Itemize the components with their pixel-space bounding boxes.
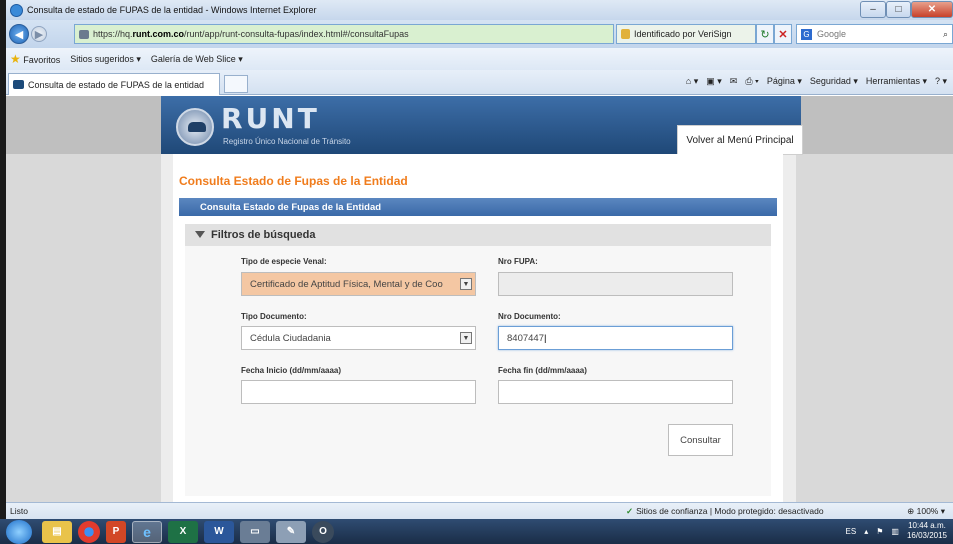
refresh-button[interactable]: ↻ — [756, 24, 774, 44]
consultar-button[interactable]: Consultar — [668, 424, 733, 456]
tools-menu[interactable]: Herramientas ▾ — [866, 76, 927, 87]
language-indicator[interactable]: ES — [846, 527, 857, 536]
lock-icon — [621, 29, 630, 39]
start-button[interactable] — [6, 519, 32, 544]
tray-arrow-icon[interactable]: ▴ — [864, 527, 868, 536]
page-viewport: RUNT Registro Único Nacional de Tránsito… — [6, 96, 953, 502]
chevron-down-icon: ▼ — [460, 278, 472, 290]
paint-taskbar-icon[interactable]: ✎ — [276, 520, 306, 543]
status-bar: Listo ✓ Sitios de confianza | Modo prote… — [6, 502, 953, 519]
folder-taskbar-icon[interactable]: ▭ — [240, 520, 270, 543]
feeds-icon[interactable]: ▣ ▾ — [706, 76, 722, 87]
help-icon[interactable]: ? ▾ — [935, 76, 947, 87]
back-button[interactable]: ◀ — [9, 24, 29, 44]
google-icon: G — [801, 28, 812, 40]
tab-bar: Consulta de estado de FUPAS de la entida… — [6, 70, 953, 95]
mail-icon[interactable]: ✉ — [730, 76, 738, 87]
filters-header[interactable]: Filtros de búsqueda — [185, 224, 771, 246]
url-text: https://hq.runt.com.co/runt/app/runt-con… — [93, 29, 409, 39]
security-menu[interactable]: Seguridad ▾ — [810, 76, 858, 87]
chrome-taskbar-icon[interactable] — [78, 520, 100, 543]
favorites-button[interactable]: ★ Favoritos — [10, 52, 60, 66]
address-bar: ◀ ▶ https://hq.runt.com.co/runt/app/runt… — [6, 20, 953, 48]
ie-icon — [10, 3, 23, 17]
doctype-label: Tipo Documento: — [241, 312, 307, 321]
section-header: Consulta Estado de Fupas de la Entidad — [179, 198, 777, 216]
web-slice-gallery-link[interactable]: Galería de Web Slice ▾ — [151, 54, 243, 65]
filters-body: Tipo de especie Venal: Certificado de Ap… — [185, 246, 771, 496]
main-menu-button[interactable]: Volver al Menú Principal — [677, 125, 803, 155]
fupa-field — [498, 272, 733, 296]
window-title-bar: Consulta de estado de FUPAS de la entida… — [6, 0, 953, 20]
docnum-label: Nro Documento: — [498, 312, 561, 321]
explorer-taskbar-icon[interactable]: ▤ — [42, 520, 72, 543]
security-report-button[interactable]: Identificado por VeriSign — [616, 24, 756, 44]
runt-logo-text: RUNT — [221, 102, 320, 135]
new-tab-button[interactable] — [224, 75, 248, 93]
clock[interactable]: 10:44 a.m. 16/03/2015 — [907, 521, 947, 541]
star-icon: ★ — [10, 52, 21, 66]
runt-logo-icon — [176, 108, 214, 146]
page-title: Consulta Estado de Fupas de la Entidad — [179, 174, 408, 188]
start-date-label: Fecha Inicio (dd/mm/aaaa) — [241, 366, 342, 375]
window-title: Consulta de estado de FUPAS de la entida… — [27, 5, 317, 15]
word-taskbar-icon[interactable]: W — [204, 520, 234, 543]
system-tray: ES ▴ ⚑ ▥ 10:44 a.m. 16/03/2015 — [846, 521, 947, 541]
doctype-select[interactable]: Cédula Ciudadania ▼ — [241, 326, 476, 350]
status-text: Listo — [10, 506, 28, 516]
end-date-input[interactable] — [498, 380, 733, 404]
ie-taskbar-icon[interactable]: e — [132, 520, 162, 543]
network-icon[interactable]: ▥ — [891, 527, 899, 536]
url-field[interactable]: https://hq.runt.com.co/runt/app/runt-con… — [74, 24, 614, 44]
end-date-label: Fecha fin (dd/mm/aaaa) — [498, 366, 587, 375]
docnum-input[interactable]: 8407447 | — [498, 326, 733, 350]
home-icon[interactable]: ⌂ ▾ — [686, 76, 698, 87]
security-zone[interactable]: ✓ Sitios de confianza | Modo protegido: … — [626, 506, 824, 517]
excel-taskbar-icon[interactable]: X — [168, 520, 198, 543]
chevron-down-icon: ▼ — [460, 332, 472, 344]
page-icon — [79, 29, 89, 39]
content-panel: Consulta Estado de Fupas de la Entidad C… — [173, 154, 783, 502]
print-icon[interactable]: ⎙ ▾ — [745, 76, 758, 87]
fupa-label: Nro FUPA: — [498, 257, 538, 266]
runt-logo-subtitle: Registro Único Nacional de Tránsito — [223, 137, 351, 146]
runt-favicon — [13, 80, 24, 89]
flag-icon[interactable]: ⚑ — [876, 527, 883, 536]
opera-taskbar-icon[interactable]: O — [312, 520, 334, 543]
species-label: Tipo de especie Venal: — [241, 257, 327, 266]
maximize-button[interactable]: □ — [886, 1, 911, 18]
powerpoint-taskbar-icon[interactable]: P — [106, 520, 126, 543]
tab-active[interactable]: Consulta de estado de FUPAS de la entida… — [8, 73, 220, 95]
command-bar: ⌂ ▾ ▣ ▾ ✉ ⎙ ▾ Página ▾ Seguridad ▾ Herra… — [686, 76, 947, 87]
close-button[interactable]: ✕ — [911, 1, 953, 18]
start-date-input[interactable] — [241, 380, 476, 404]
minimize-button[interactable]: – — [860, 1, 886, 18]
forward-button[interactable]: ▶ — [31, 26, 47, 42]
search-input[interactable]: G Google ⌕ — [796, 24, 953, 44]
filter-icon — [195, 230, 205, 238]
species-select[interactable]: Certificado de Aptitud Física, Mental y … — [241, 272, 476, 296]
suggested-sites-link[interactable]: Sitios sugeridos ▾ — [70, 54, 141, 65]
zoom-button[interactable]: ⊕ 100% ▾ — [907, 506, 945, 517]
favorites-bar: ★ Favoritos Sitios sugeridos ▾ Galería d… — [6, 48, 953, 70]
page-menu[interactable]: Página ▾ — [767, 76, 802, 87]
windows-taskbar: ▤ P e X W ▭ ✎ O ES ▴ ⚑ ▥ 10:44 a.m. 16/0… — [0, 519, 953, 544]
search-icon[interactable]: ⌕ — [943, 29, 948, 40]
checkmark-icon: ✓ — [626, 505, 634, 516]
stop-button[interactable]: ✕ — [774, 24, 792, 44]
